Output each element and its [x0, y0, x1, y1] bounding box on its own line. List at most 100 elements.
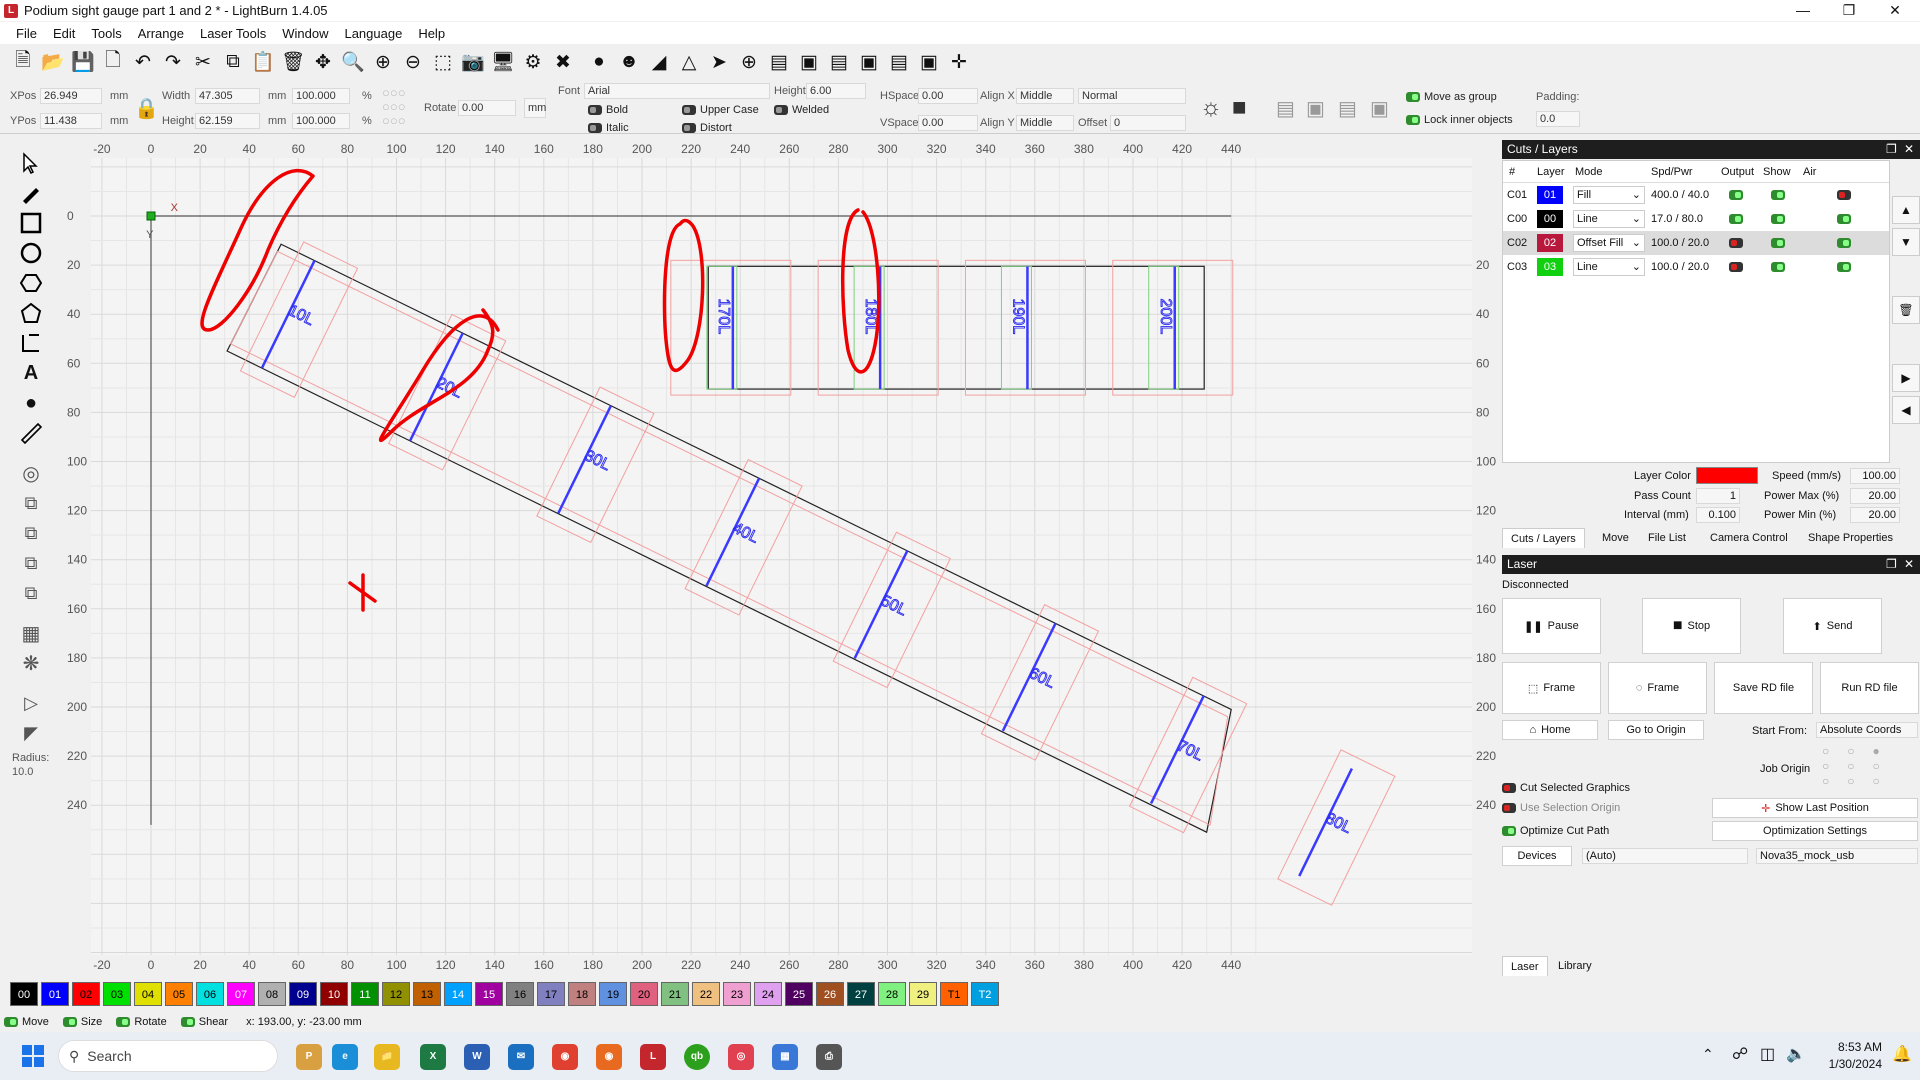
laser-close-icon[interactable]: ✕	[1904, 557, 1914, 571]
excel-icon[interactable]: X	[420, 1044, 446, 1070]
laser-float-icon[interactable]: ❐	[1886, 557, 1897, 571]
delete-icon[interactable]: 🗑	[280, 49, 306, 75]
palette-swatch-24[interactable]: 24	[754, 982, 782, 1006]
home-button[interactable]: ⌂ Home	[1502, 720, 1598, 740]
palette-swatch-11[interactable]: 11	[351, 982, 379, 1006]
export-icon[interactable]: 🗋	[100, 49, 126, 75]
tab-file-list[interactable]: File List	[1640, 528, 1694, 548]
layer-swatch[interactable]: 03	[1537, 258, 1563, 276]
power-min-input[interactable]: 20.00	[1850, 507, 1900, 523]
align-top-icon[interactable]: ▤	[766, 49, 792, 75]
layer-mode-select[interactable]: Line ⌄	[1573, 210, 1645, 228]
move-layer-down-button[interactable]: ▼	[1892, 228, 1920, 256]
layer-row[interactable]: C03 03 Line ⌄ 100.0 / 20.0	[1503, 255, 1889, 279]
vspace-input[interactable]: 0.00	[918, 115, 978, 131]
frame-circle-button[interactable]: ◌ Frame	[1608, 662, 1707, 714]
distribute-v-icon[interactable]: ▣	[856, 49, 882, 75]
text-mode-select[interactable]: Normal	[1078, 88, 1186, 104]
layer-row[interactable]: C01 01 Fill ⌄ 400.0 / 40.0	[1503, 183, 1889, 207]
mail-icon[interactable]: ✉	[508, 1044, 534, 1070]
layer-toggle-icon[interactable]	[1729, 214, 1743, 225]
weld-icon[interactable]: ⧉	[18, 490, 44, 516]
tab-move[interactable]: Move	[1594, 528, 1637, 548]
align-tool-icon[interactable]: ▤	[1276, 96, 1295, 121]
start-from-select[interactable]: Absolute Coords	[1816, 722, 1918, 738]
palette-swatch-04[interactable]: 04	[134, 982, 162, 1006]
distort-toggle[interactable]: Distort	[682, 122, 732, 134]
layer-mode-select[interactable]: Offset Fill ⌄	[1573, 234, 1645, 252]
ungroup-icon[interactable]: ☻	[616, 49, 642, 75]
palette-swatch-01[interactable]: 01	[41, 982, 69, 1006]
measure-icon[interactable]	[18, 420, 44, 446]
taskbar-search-box[interactable]: ⚲ Search	[58, 1040, 278, 1072]
port-select[interactable]: (Auto)	[1582, 848, 1748, 864]
layer-toggle-icon[interactable]	[1729, 262, 1743, 273]
palette-swatch-29[interactable]: 29	[909, 982, 937, 1006]
new-file-icon[interactable]: 🗎	[10, 49, 36, 75]
pentagon-icon[interactable]	[18, 300, 44, 326]
open-file-icon[interactable]: 📂	[40, 49, 66, 75]
menu-arrange[interactable]: Arrange	[130, 26, 192, 41]
palette-swatch-20[interactable]: 20	[630, 982, 658, 1006]
boolean-union-icon[interactable]: ⧉	[18, 520, 44, 546]
palette-swatch-T1[interactable]: T1	[940, 982, 968, 1006]
speed-input[interactable]: 100.00	[1850, 468, 1900, 484]
ellipse-icon[interactable]	[18, 240, 44, 266]
minimize-button[interactable]: —	[1780, 0, 1826, 21]
ypos-input[interactable]: 11.438	[40, 113, 102, 129]
palette-swatch-28[interactable]: 28	[878, 982, 906, 1006]
layer-toggle-icon[interactable]	[1837, 262, 1851, 273]
layer-mode-select[interactable]: Line ⌄	[1573, 258, 1645, 276]
layer-swatch[interactable]: 00	[1537, 210, 1563, 228]
lock-inner-objects-toggle[interactable]: Lock inner objects	[1406, 114, 1513, 126]
palette-swatch-26[interactable]: 26	[816, 982, 844, 1006]
palette-swatch-13[interactable]: 13	[413, 982, 441, 1006]
clock-date[interactable]: 1/30/2024	[1812, 1057, 1882, 1071]
menu-edit[interactable]: Edit	[45, 26, 83, 41]
layer-row[interactable]: C00 00 Line ⌄ 17.0 / 80.0	[1503, 207, 1889, 231]
firefox-icon[interactable]: ◉	[596, 1044, 622, 1070]
upper-case-toggle[interactable]: Upper Case	[682, 104, 759, 116]
boolean-intersect-icon[interactable]: ⧉	[18, 580, 44, 606]
network-icon[interactable]: ☍	[1732, 1044, 1748, 1064]
zoom-out-icon[interactable]: ⊖	[400, 49, 426, 75]
tab-shape-properties[interactable]: Shape Properties	[1800, 528, 1901, 548]
layer-output-toggle[interactable]	[1729, 207, 1747, 231]
cut-selected-toggle[interactable]: Cut Selected Graphics	[1502, 782, 1630, 794]
frame-rect-button[interactable]: ⬚ Frame	[1502, 662, 1601, 714]
corner-radius-icon[interactable]: ◤	[18, 720, 44, 746]
move-as-group-toggle[interactable]: Move as group	[1406, 91, 1497, 103]
layer-toggle-icon[interactable]	[1771, 190, 1785, 201]
group-icon[interactable]: ●	[586, 49, 612, 75]
layer-swatch[interactable]: 02	[1537, 234, 1563, 252]
width-input[interactable]: 47.305	[195, 88, 260, 104]
maximize-button[interactable]: ❐	[1826, 0, 1872, 21]
width-percent-input[interactable]: 100.000	[292, 88, 350, 104]
layer-toggle-icon[interactable]	[1729, 238, 1743, 249]
palette-swatch-21[interactable]: 21	[661, 982, 689, 1006]
text-tool-icon[interactable]: A	[18, 360, 44, 386]
tools-icon[interactable]: ✖	[550, 49, 576, 75]
undo-icon[interactable]: ↶	[130, 49, 156, 75]
align-tool2-icon[interactable]: ▣	[1306, 96, 1325, 121]
layer-toggle-icon[interactable]	[1771, 214, 1785, 225]
align-right-icon[interactable]: ✛	[946, 49, 972, 75]
layer-show-toggle[interactable]	[1771, 183, 1789, 207]
expand-right-button[interactable]: ▶	[1892, 364, 1920, 392]
layer-air-toggle[interactable]	[1837, 231, 1855, 255]
close-button[interactable]: ✕	[1872, 0, 1918, 21]
move-status-toggle[interactable]: Move	[4, 1016, 49, 1028]
pause-button[interactable]: ❚❚ Pause	[1502, 598, 1601, 654]
palette-swatch-25[interactable]: 25	[785, 982, 813, 1006]
rotate-status-toggle[interactable]: Rotate	[116, 1016, 167, 1028]
layer-toggle-icon[interactable]	[1771, 262, 1785, 273]
job-origin-radio-grid[interactable]: ○○● ○○○ ○○○	[1822, 744, 1902, 792]
layer-mode-select[interactable]: Fill ⌄	[1573, 186, 1645, 204]
run-rd-button[interactable]: Run RD file	[1820, 662, 1919, 714]
palette-swatch-16[interactable]: 16	[506, 982, 534, 1006]
zoom-fit-icon[interactable]: 🔍	[340, 49, 366, 75]
move-layer-up-button[interactable]: ▲	[1892, 196, 1920, 224]
padding-input[interactable]: 0.0	[1536, 111, 1580, 127]
edge-browser-icon[interactable]: e	[332, 1044, 358, 1070]
layer-output-toggle[interactable]	[1729, 231, 1747, 255]
